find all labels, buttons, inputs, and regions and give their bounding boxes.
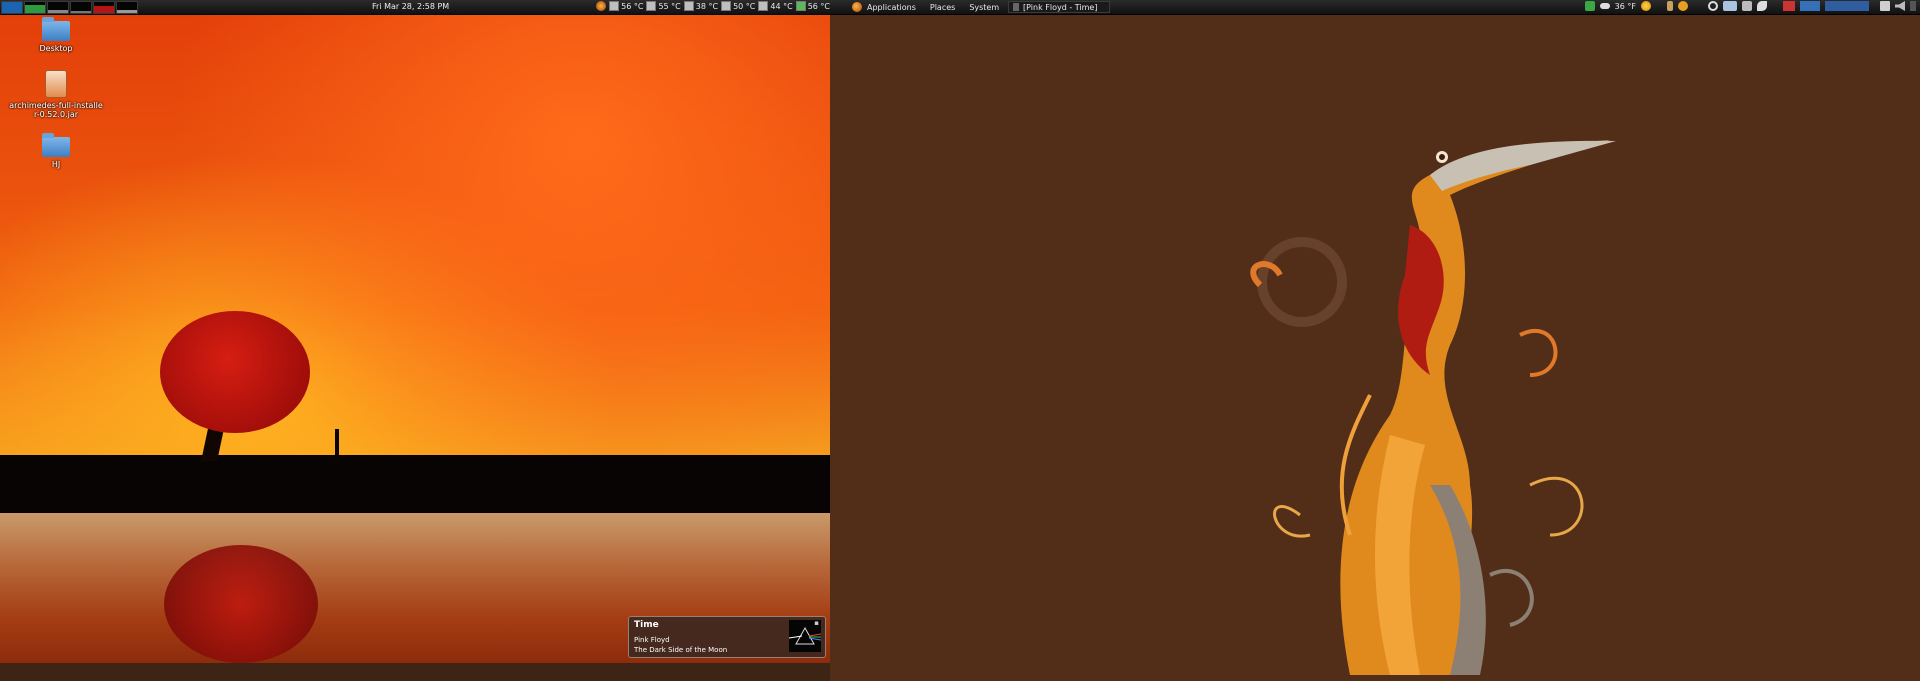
chat-icon[interactable] (1723, 1, 1737, 11)
sensor-1[interactable]: 56 °C (609, 1, 643, 11)
close-icon[interactable]: ▪ (814, 619, 819, 627)
load-graph (93, 0, 115, 14)
workspace-bar[interactable] (1825, 1, 1869, 11)
jar-file-icon (45, 70, 67, 98)
window-icon (1013, 3, 1019, 11)
chip-icon (683, 1, 694, 11)
settings-icon[interactable] (1678, 1, 1688, 11)
desktop-icon-label: Desktop (39, 44, 73, 53)
network-icon[interactable] (1742, 1, 1752, 11)
sensor-3[interactable]: 38 °C (683, 1, 718, 11)
cpu-graph (1, 0, 23, 14)
weather-sun-icon[interactable] (1641, 1, 1651, 11)
menu-places[interactable]: Places (930, 3, 955, 12)
disk-graph (116, 0, 138, 14)
chip-icon (758, 1, 769, 11)
swap-graph (70, 0, 92, 14)
battery-icon (795, 1, 806, 11)
chip-icon (609, 1, 620, 11)
power-icon[interactable] (1910, 1, 1916, 11)
left-bottom-strip (0, 663, 830, 681)
now-playing-notification[interactable]: Time Pink Floyd The Dark Side of the Moo… (628, 616, 826, 658)
wallpaper-tree-reflection (164, 545, 318, 663)
taskbar-title: [Pink Floyd - Time] (1023, 2, 1098, 12)
workspace-icon[interactable] (1800, 1, 1820, 11)
update-icon[interactable] (1584, 1, 1595, 11)
wallpaper-heron-art (1250, 140, 1616, 675)
volume-icon[interactable] (1895, 1, 1905, 11)
desktop-icon-desktop[interactable]: Desktop (16, 17, 96, 53)
weather-temp[interactable]: 36 °F (1615, 2, 1636, 11)
cloud-icon[interactable] (1599, 3, 1610, 9)
memory-graph (24, 0, 46, 14)
chip-icon (646, 1, 657, 11)
left-top-panel: Fri Mar 28, 2:58 PM 56 °C 55 °C 38 °C 50… (0, 0, 830, 15)
left-wallpaper: Desktop archimedes-full-installer-0.52.0… (0, 15, 830, 663)
menu-applications[interactable]: Applications (867, 3, 916, 12)
workspace-switcher-icon[interactable] (1783, 1, 1795, 11)
search-icon[interactable] (1708, 1, 1718, 11)
system-tray: 36 °F (1584, 1, 1916, 11)
wallpaper-figure (335, 429, 339, 463)
bird-icon[interactable] (1757, 1, 1767, 11)
desktop-icon-hj[interactable]: HJ (16, 133, 96, 169)
sensor-5[interactable]: 44 °C (758, 1, 793, 11)
notification-artist: Pink Floyd (634, 636, 670, 644)
sensor-2[interactable]: 55 °C (646, 1, 681, 11)
sensor-app-icon[interactable] (596, 1, 607, 11)
right-top-panel: Applications Places System [Pink Floyd -… (830, 0, 1920, 15)
desktop-icon-label: archimedes-full-installer-0.52.0.jar (9, 101, 103, 119)
main-menu: Applications Places System (867, 3, 999, 12)
system-monitor-graphs[interactable] (1, 0, 138, 14)
network-graph (47, 0, 69, 14)
menu-system[interactable]: System (969, 3, 999, 12)
chip-icon (721, 1, 732, 11)
clock[interactable]: Fri Mar 28, 2:58 PM (372, 2, 449, 11)
notification-title: Time (634, 620, 659, 630)
temperature-sensors: 56 °C 55 °C 38 °C 50 °C 44 °C 56 °C (596, 1, 830, 11)
tool-icon[interactable] (1667, 1, 1673, 11)
trash-icon[interactable] (1880, 1, 1890, 11)
desktop-icon-jar[interactable]: archimedes-full-installer-0.52.0.jar (8, 70, 104, 119)
sensor-4[interactable]: 50 °C (721, 1, 755, 11)
folder-icon (42, 133, 70, 157)
wallpaper-horizon (0, 455, 830, 513)
taskbar-button[interactable]: [Pink Floyd - Time] (1008, 1, 1110, 13)
folder-icon (42, 17, 70, 41)
right-wallpaper (830, 15, 1920, 681)
notification-album: The Dark Side of the Moon (634, 646, 728, 654)
wallpaper-tree (160, 311, 310, 433)
gnome-foot-icon[interactable] (852, 2, 862, 12)
sensor-6[interactable]: 56 °C (795, 1, 830, 11)
desktop-icon-label: HJ (51, 160, 61, 169)
